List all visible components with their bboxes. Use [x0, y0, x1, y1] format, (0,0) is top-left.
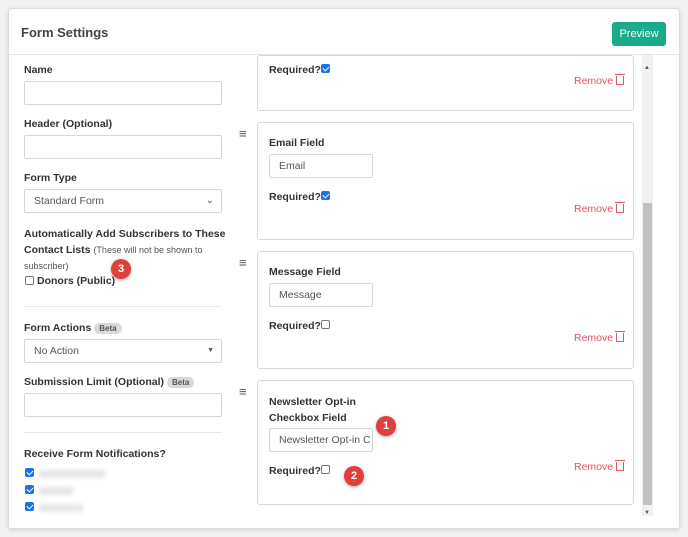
required-checkbox[interactable]	[321, 64, 330, 73]
remove-button[interactable]: Remove	[574, 202, 626, 215]
drag-handle-icon[interactable]: ≡	[239, 255, 247, 270]
form-actions-value: No Action	[34, 345, 79, 357]
submission-limit-input[interactable]	[24, 393, 222, 417]
required-label: Required?	[269, 64, 321, 76]
trash-icon	[615, 74, 626, 85]
remove-button[interactable]: Remove	[574, 331, 626, 344]
newsletter-field-input[interactable]: Newsletter Opt-in C	[269, 428, 373, 452]
notification-checkbox-3[interactable]	[25, 502, 34, 511]
trash-icon	[615, 202, 626, 213]
donors-checkbox[interactable]	[25, 276, 34, 285]
name-label: Name	[24, 64, 53, 76]
redacted-recipient	[38, 504, 84, 512]
email-field-input[interactable]: Email	[269, 154, 373, 178]
field-title: Message Field	[269, 266, 341, 278]
form-actions-select[interactable]: No Action ▼	[24, 339, 222, 363]
form-actions-label: Form Actions Beta	[24, 322, 122, 334]
submission-limit-text: Submission Limit (Optional)	[24, 376, 164, 388]
remove-button[interactable]: Remove	[574, 74, 626, 87]
card-header: Form Settings Preview	[9, 9, 679, 55]
remove-label: Remove	[574, 203, 614, 215]
auto-add-label-line1: Automatically Add Subscribers to These	[24, 228, 226, 240]
redacted-recipient	[38, 487, 74, 495]
annotation-marker-3: 3	[111, 259, 131, 279]
field-title: Email Field	[269, 137, 325, 149]
annotation-marker-1: 1	[376, 416, 396, 436]
field-title-line1: Newsletter Opt-in	[269, 396, 356, 408]
notification-checkbox-2[interactable]	[25, 485, 34, 494]
beta-badge: Beta	[94, 322, 122, 334]
required-checkbox[interactable]	[321, 465, 330, 474]
required-label: Required?	[269, 320, 321, 332]
form-type-value: Standard Form	[34, 195, 105, 207]
header-label: Header (Optional)	[24, 118, 113, 130]
annotation-marker-2: 2	[344, 466, 364, 486]
notification-checkbox-1[interactable]	[25, 468, 34, 477]
required-checkbox[interactable]	[321, 320, 330, 329]
caret-down-icon: ▼	[207, 347, 214, 354]
message-field-input[interactable]: Message	[269, 283, 373, 307]
submission-limit-label: Submission Limit (Optional) Beta	[24, 376, 195, 388]
field-title-line2: Checkbox Field	[269, 412, 347, 424]
scrollbar-thumb[interactable]	[643, 203, 652, 505]
drag-handle-icon[interactable]: ≡	[239, 384, 247, 399]
name-input[interactable]	[24, 81, 222, 105]
page-title: Form Settings	[21, 25, 109, 40]
preview-button[interactable]: Preview	[612, 22, 666, 46]
auto-add-note-line2: subscriber)	[24, 261, 69, 271]
required-checkbox[interactable]	[321, 191, 330, 200]
email-field-card: Email Field Email Required? Remove	[257, 122, 634, 240]
message-field-card: Message Field Message Required? Remove	[257, 251, 634, 369]
remove-label: Remove	[574, 332, 614, 344]
scroll-down-arrow-icon[interactable]: ▼	[644, 510, 650, 516]
remove-label: Remove	[574, 75, 614, 87]
notifications-label: Receive Form Notifications?	[24, 448, 166, 460]
form-type-label: Form Type	[24, 172, 77, 184]
field-title: Newsletter Opt-in Checkbox Field	[269, 394, 356, 426]
donors-label: Donors (Public)	[37, 275, 116, 287]
required-label: Required?	[269, 465, 321, 477]
chevron-down-icon: ⌄	[205, 195, 214, 206]
redacted-recipient	[38, 470, 106, 478]
trash-icon	[615, 331, 626, 342]
form-type-select[interactable]: Standard Form ⌄	[24, 189, 222, 213]
auto-add-label-line2: Contact Lists	[24, 244, 91, 256]
auto-add-note: (These will not be shown to	[93, 245, 203, 255]
divider	[24, 306, 222, 307]
remove-button[interactable]: Remove	[574, 460, 626, 473]
newsletter-field-card: Newsletter Opt-in Checkbox Field Newslet…	[257, 380, 634, 505]
scroll-up-arrow-icon[interactable]: ▲	[644, 65, 650, 71]
beta-badge: Beta	[167, 376, 195, 388]
drag-handle-icon[interactable]: ≡	[239, 126, 247, 141]
divider	[24, 432, 222, 433]
trash-icon	[615, 460, 626, 471]
remove-label: Remove	[574, 461, 614, 473]
form-actions-text: Form Actions	[24, 322, 92, 334]
required-label: Required?	[269, 191, 321, 203]
header-input[interactable]	[24, 135, 222, 159]
field-card: Required? Remove	[257, 55, 634, 111]
